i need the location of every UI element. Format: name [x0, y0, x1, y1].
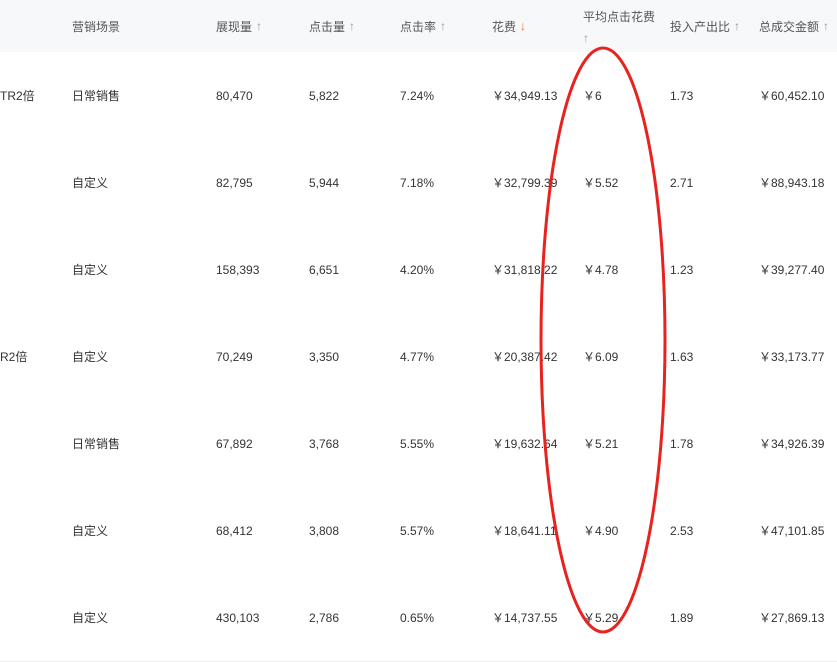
cell-cost: ￥19,632.64 [492, 437, 558, 451]
table-row: 自定义 68,412 3,808 5.57% ￥18,641.11 ￥4.90 … [0, 487, 837, 575]
cell-clicks: 3,808 [309, 523, 340, 538]
cell-scene: 自定义 [72, 611, 109, 625]
table-row: 自定义 82,795 5,944 7.18% ￥32,799.39 ￥5.52 … [0, 139, 837, 227]
cell-cost: ￥14,737.55 [492, 611, 558, 625]
cell-gmv: ￥33,173.77 [759, 350, 825, 364]
cell-avg-cpc: ￥5.21 [583, 437, 619, 451]
header-ctr[interactable]: 点击率 ↑ [400, 0, 446, 52]
sort-arrow-icon[interactable]: ↑ [583, 31, 589, 45]
header-clicks[interactable]: 点击量 ↑ [309, 0, 355, 52]
cell-clicks: 5,822 [309, 88, 340, 103]
cell-ctr: 4.20% [400, 262, 435, 277]
header-impressions[interactable]: 展现量 ↑ [216, 0, 262, 52]
cell-clicks: 3,768 [309, 436, 340, 451]
cell-cost: ￥20,387.42 [492, 350, 558, 364]
cell-clicks: 5,944 [309, 175, 340, 190]
cell-clicks: 2,786 [309, 610, 340, 625]
cell-cost: ￥31,818.22 [492, 263, 558, 277]
cell-roi: 2.71 [670, 175, 694, 190]
cell-ctr: 7.24% [400, 88, 435, 103]
cell-impressions: 158,393 [216, 262, 260, 277]
sort-arrow-icon[interactable]: ↑ [256, 19, 262, 33]
cell-roi: 1.73 [670, 88, 694, 103]
cell-avg-cpc: ￥5.29 [583, 611, 619, 625]
table-row: 自定义 158,393 6,651 4.20% ￥31,818.22 ￥4.78… [0, 226, 837, 314]
header-scene: 营销场景 [72, 0, 120, 52]
cell-name: R2倍 [0, 350, 28, 364]
cell-roi: 1.63 [670, 349, 694, 364]
header-roi-label: 投入产出比 [670, 19, 731, 34]
cell-impressions: 67,892 [216, 436, 253, 451]
header-gmv[interactable]: 总成交金额 ↑ [759, 0, 829, 52]
cell-cost: ￥34,949.13 [492, 89, 558, 103]
cell-impressions: 430,103 [216, 610, 260, 625]
table-row: R2倍 自定义 70,249 3,350 4.77% ￥20,387.42 ￥6… [0, 313, 837, 401]
cell-impressions: 80,470 [216, 88, 253, 103]
cell-roi: 1.89 [670, 610, 694, 625]
cell-gmv: ￥60,452.10 [759, 89, 825, 103]
header-scene-label: 营销场景 [72, 19, 121, 34]
sort-arrow-down-icon[interactable]: ↓ [520, 19, 526, 33]
table-row: 自定义 430,103 2,786 0.65% ￥14,737.55 ￥5.29… [0, 574, 837, 662]
cell-ctr: 0.65% [400, 610, 435, 625]
cell-scene: 自定义 [72, 350, 109, 364]
header-impressions-label: 展现量 [216, 19, 253, 34]
header-gmv-label: 总成交金额 [759, 19, 820, 34]
cell-clicks: 6,651 [309, 262, 340, 277]
cell-ctr: 4.77% [400, 349, 435, 364]
header-avg-cpc-label: 平均点击花费 [583, 9, 656, 24]
header-avg-cpc[interactable]: 平均点击花费 ↑ [583, 0, 655, 52]
table-row: TR2倍 日常销售 80,470 5,822 7.24% ￥34,949.13 … [0, 52, 837, 140]
cell-avg-cpc: ￥5.52 [583, 176, 619, 190]
cell-scene: 自定义 [72, 176, 109, 190]
cell-scene: 自定义 [72, 524, 109, 538]
sort-arrow-icon[interactable]: ↑ [349, 19, 355, 33]
cell-scene: 自定义 [72, 263, 109, 277]
cell-impressions: 82,795 [216, 175, 253, 190]
cell-clicks: 3,350 [309, 349, 340, 364]
cell-cost: ￥32,799.39 [492, 176, 558, 190]
cell-scene: 日常销售 [72, 89, 121, 103]
cell-impressions: 68,412 [216, 523, 253, 538]
header-clicks-label: 点击量 [309, 19, 346, 34]
cell-roi: 1.78 [670, 436, 694, 451]
cell-name: TR2倍 [0, 89, 35, 103]
cell-gmv: ￥34,926.39 [759, 437, 825, 451]
sort-arrow-icon[interactable]: ↑ [734, 19, 740, 33]
cell-avg-cpc: ￥6.09 [583, 350, 619, 364]
cell-ctr: 7.18% [400, 175, 435, 190]
cell-avg-cpc: ￥6 [583, 89, 602, 103]
cell-ctr: 5.55% [400, 436, 435, 451]
header-cost[interactable]: 花费 ↓ [492, 0, 526, 52]
cell-gmv: ￥47,101.85 [759, 524, 825, 538]
cell-ctr: 5.57% [400, 523, 435, 538]
cell-gmv: ￥88,943.18 [759, 176, 825, 190]
table-row: 日常销售 67,892 3,768 5.55% ￥19,632.64 ￥5.21… [0, 400, 837, 488]
cell-roi: 2.53 [670, 523, 694, 538]
cell-cost: ￥18,641.11 [492, 524, 557, 538]
cell-avg-cpc: ￥4.90 [583, 524, 619, 538]
cell-impressions: 70,249 [216, 349, 253, 364]
sort-arrow-icon[interactable]: ↑ [440, 19, 446, 33]
sort-arrow-icon[interactable]: ↑ [823, 19, 829, 33]
cell-roi: 1.23 [670, 262, 694, 277]
header-cost-label: 花费 [492, 19, 517, 34]
cell-avg-cpc: ￥4.78 [583, 263, 619, 277]
cell-scene: 日常销售 [72, 437, 121, 451]
header-roi[interactable]: 投入产出比 ↑ [670, 0, 740, 52]
cell-gmv: ￥27,869.13 [759, 611, 825, 625]
table-header: 营销场景 展现量 ↑ 点击量 ↑ 点击率 ↑ 花费 ↓ 平均点击花费 ↑ 投入产… [0, 0, 837, 53]
header-ctr-label: 点击率 [400, 19, 437, 34]
cell-gmv: ￥39,277.40 [759, 263, 825, 277]
